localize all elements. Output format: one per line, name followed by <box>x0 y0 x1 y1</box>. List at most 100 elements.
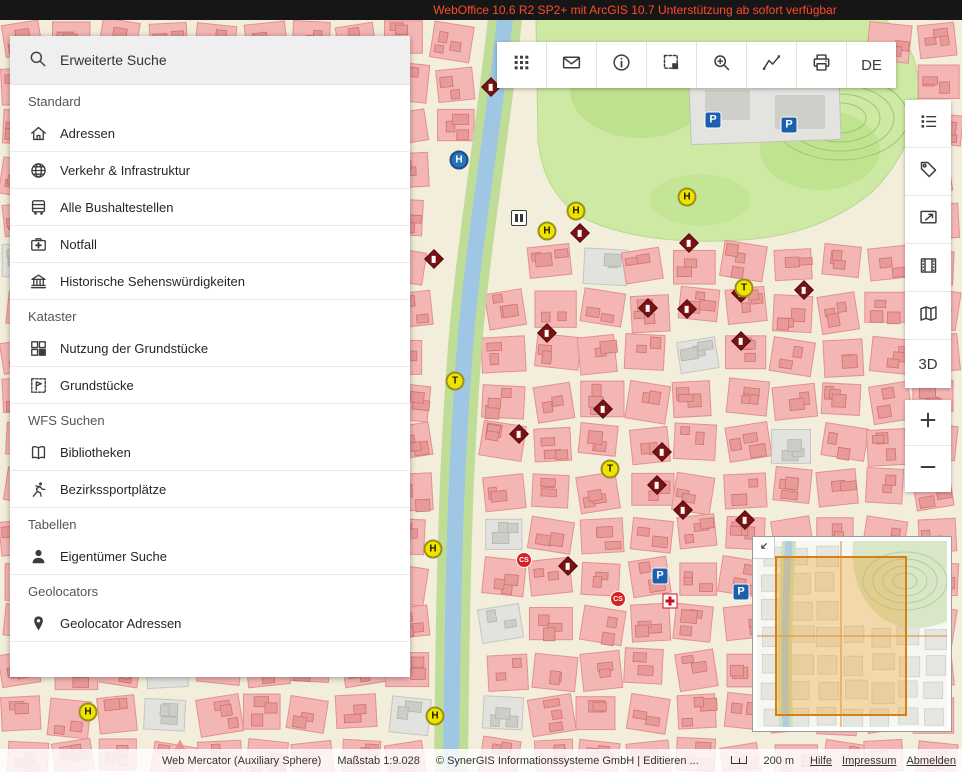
search-item-historische-sehenswürdigkeiten[interactable]: Historische Sehenswürdigkeiten <box>10 263 410 300</box>
search-item-bezirkssportplätze[interactable]: Bezirkssportplätze <box>10 471 410 508</box>
view-3d-button[interactable]: 3D <box>905 340 951 388</box>
search-item-eigentümer-suche[interactable]: Eigentümer Suche <box>10 538 410 575</box>
print-icon <box>811 52 832 78</box>
search-item-label: Alle Bushaltestellen <box>60 200 173 215</box>
search-item-geolocator-adressen[interactable]: Geolocator Adressen <box>10 605 410 642</box>
scalebar <box>731 756 748 764</box>
map-toolbar: DE <box>497 42 896 88</box>
search-item-adressen[interactable]: Adressen <box>10 115 410 152</box>
map-book-button[interactable] <box>905 292 951 340</box>
section-label-geolocators: Geolocators <box>10 575 410 605</box>
marker-circle-h[interactable]: H <box>678 188 697 207</box>
marker-cross[interactable] <box>663 594 678 609</box>
marker-circle-h[interactable]: H <box>424 540 443 559</box>
marker-circle-h[interactable]: H <box>79 703 98 722</box>
marker-psign-p[interactable]: P <box>653 569 668 584</box>
print-button[interactable] <box>796 42 846 88</box>
labels-button[interactable] <box>905 148 951 196</box>
marker-circle-h[interactable]: H <box>426 707 445 726</box>
window-select-icon <box>918 207 939 233</box>
search-item-label: Geolocator Adressen <box>60 616 181 631</box>
overview-map-canvas <box>757 541 947 727</box>
link-impressum[interactable]: Impressum <box>842 755 896 767</box>
book-icon <box>28 443 48 462</box>
marker-psign-p[interactable]: P <box>734 585 749 600</box>
section-label-kataster: Kataster <box>10 300 410 330</box>
tag-icon <box>918 159 939 185</box>
link-abmelden[interactable]: Abmelden <box>906 755 956 767</box>
zoom-in-button[interactable] <box>905 400 951 446</box>
measure-button[interactable] <box>746 42 796 88</box>
search-item-label: Nutzung der Grundstücke <box>60 341 208 356</box>
marker-cs-cs[interactable]: CS <box>517 553 531 567</box>
marker-circle-t[interactable]: T <box>601 460 620 479</box>
marker-circle-t[interactable]: T <box>446 372 465 391</box>
select-extent-button[interactable] <box>646 42 696 88</box>
search-item-label: Adressen <box>60 126 115 141</box>
mapbook-icon <box>918 303 939 329</box>
search-item-verkehr-infrastruktur[interactable]: Verkehr & Infrastruktur <box>10 152 410 189</box>
announcement-bar: WebOffice 10.6 R2 SP2+ mit ArcGIS 10.7 U… <box>0 0 962 20</box>
home-icon <box>28 124 48 143</box>
search-item-label: Historische Sehenswürdigkeiten <box>60 274 245 289</box>
right-toolbar: 3D <box>905 100 951 388</box>
select-window-button[interactable] <box>905 196 951 244</box>
zoom-icon <box>711 52 732 78</box>
projection-label: Web Mercator (Auxiliary Sphere) <box>162 755 321 767</box>
status-bar: Web Mercator (Auxiliary Sphere) Maßstab … <box>0 749 962 772</box>
search-icon <box>28 49 48 72</box>
app-window: HHHHHHHTTTPPPPCSCS WebOffice 10.6 R2 SP2… <box>0 0 962 772</box>
museum-icon <box>28 272 48 291</box>
marker-psign-p[interactable]: P <box>706 113 721 128</box>
section-label-tabellen: Tabellen <box>10 508 410 538</box>
search-panel-title: Erweiterte Suche <box>60 52 167 68</box>
person-icon <box>28 547 48 566</box>
collapse-arrow-icon <box>756 538 772 557</box>
search-item-notfall[interactable]: Notfall <box>10 226 410 263</box>
minus-icon <box>917 456 939 483</box>
marker-psign-p[interactable]: P <box>782 118 797 133</box>
zoom-search-button[interactable] <box>696 42 746 88</box>
basemap-icon <box>918 255 939 281</box>
search-item-nutzung-der-grundstücke[interactable]: Nutzung der Grundstücke <box>10 330 410 367</box>
legend-button[interactable] <box>905 100 951 148</box>
select-extent-icon <box>661 52 682 78</box>
legend-icon <box>918 111 939 137</box>
runner-icon <box>28 480 48 499</box>
overview-collapse-button[interactable] <box>753 537 775 559</box>
measure-icon <box>761 52 782 78</box>
parcels-icon <box>28 339 48 358</box>
search-item-alle-bushaltestellen[interactable]: Alle Bushaltestellen <box>10 189 410 226</box>
marker-circle-t[interactable]: T <box>735 279 754 298</box>
parcel-flag-icon <box>28 376 48 395</box>
basemap-gallery-button[interactable] <box>905 244 951 292</box>
search-item-bibliotheken[interactable]: Bibliotheken <box>10 434 410 471</box>
search-item-label: Bibliotheken <box>60 445 131 460</box>
copyright-label: © SynerGIS Informationssysteme GmbH | Ed… <box>436 755 699 767</box>
globe-icon <box>28 161 48 180</box>
bus-icon <box>28 198 48 217</box>
marker-circle-h[interactable]: H <box>450 151 469 170</box>
search-item-label: Verkehr & Infrastruktur <box>60 163 190 178</box>
search-item-label: Notfall <box>60 237 97 252</box>
link-hilfe[interactable]: Hilfe <box>810 755 832 767</box>
zoom-controls <box>905 400 951 492</box>
marker-cs-cs[interactable]: CS <box>611 592 625 606</box>
zoom-out-button[interactable] <box>905 446 951 492</box>
marker-circle-h[interactable]: H <box>567 202 586 221</box>
search-panel: Erweiterte Suche StandardAdressenVerkehr… <box>10 36 410 677</box>
view-3d-label: 3D <box>918 356 937 373</box>
mail-button[interactable] <box>546 42 596 88</box>
pin-icon <box>28 614 48 633</box>
search-item-grundstücke[interactable]: Grundstücke <box>10 367 410 404</box>
search-panel-header: Erweiterte Suche <box>10 36 410 85</box>
overview-map[interactable] <box>752 536 952 732</box>
plus-icon <box>917 409 939 436</box>
mail-icon <box>561 52 582 78</box>
apps-menu-button[interactable] <box>497 42 546 88</box>
marker-circle-h[interactable]: H <box>538 222 557 241</box>
language-button[interactable]: DE <box>846 42 896 88</box>
info-button[interactable] <box>596 42 646 88</box>
search-item-label: Bezirkssportplätze <box>60 482 166 497</box>
marker-station[interactable] <box>511 210 527 226</box>
